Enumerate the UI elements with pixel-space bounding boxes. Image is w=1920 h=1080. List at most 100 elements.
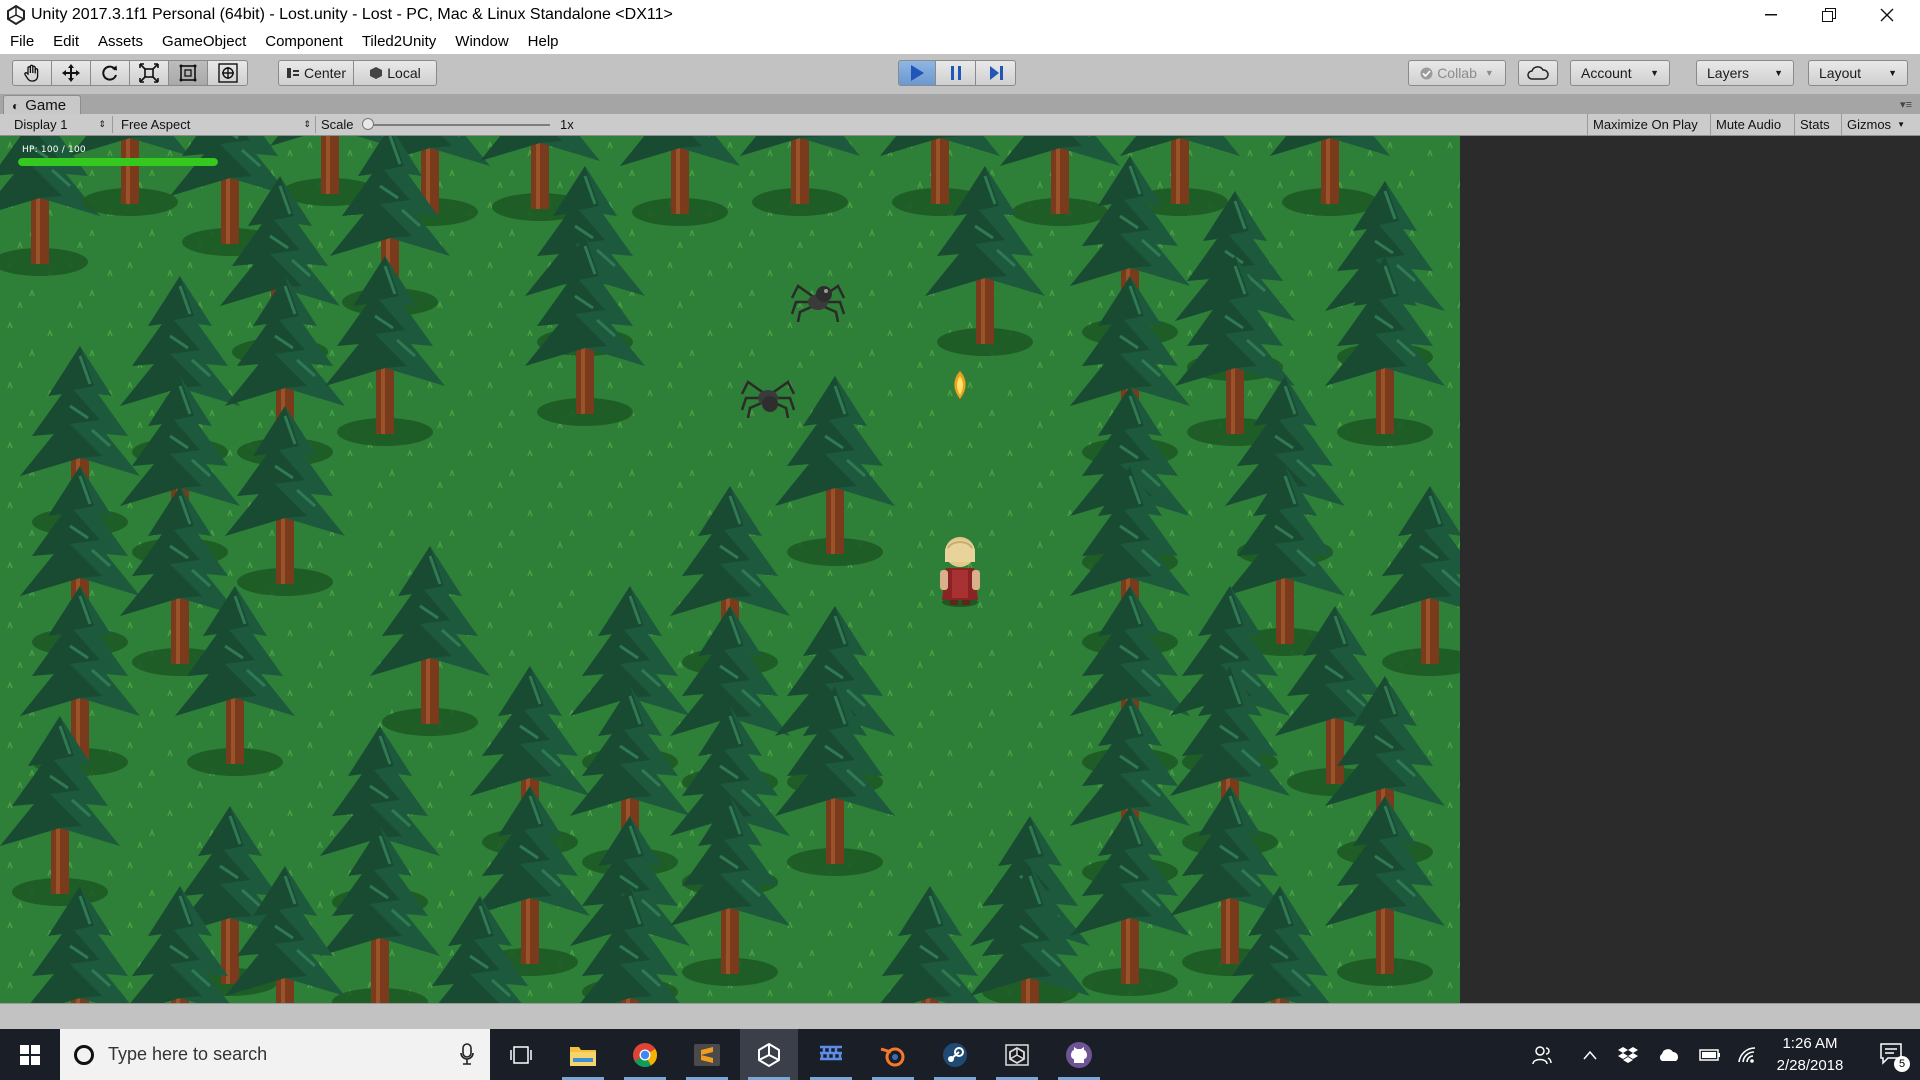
dropbox-tray-button[interactable]: [1614, 1029, 1642, 1080]
title-bar: Unity 2017.3.1f1 Personal (64bit) - Lost…: [0, 0, 1920, 29]
panel-menu-icon[interactable]: ▾≡: [1900, 98, 1912, 111]
blender-button[interactable]: [864, 1029, 922, 1080]
unity-logo-icon: [7, 4, 25, 25]
scale-value: 1x: [560, 117, 574, 132]
space-label: Local: [387, 65, 421, 81]
tiled-button[interactable]: [802, 1029, 860, 1080]
dropbox-icon: [1618, 1046, 1638, 1063]
people-button[interactable]: [1528, 1029, 1556, 1080]
battery-tray-button[interactable]: [1696, 1029, 1724, 1080]
task-view-button[interactable]: [492, 1029, 550, 1080]
github-button[interactable]: [1050, 1029, 1108, 1080]
local-space-icon: [370, 67, 383, 79]
menu-gameobject[interactable]: GameObject: [152, 33, 255, 50]
steam-icon: [943, 1042, 967, 1067]
unity-button[interactable]: [740, 1029, 798, 1080]
hand-icon: [24, 64, 39, 82]
start-button[interactable]: [0, 1029, 60, 1080]
battery-icon: [1699, 1048, 1720, 1061]
layout-dropdown[interactable]: Layout ▼: [1808, 60, 1908, 86]
restore-button[interactable]: [1800, 0, 1858, 29]
file-explorer-button[interactable]: [554, 1029, 612, 1080]
spider-enemy: [740, 380, 796, 418]
menu-file[interactable]: File: [0, 33, 43, 50]
chrome-button[interactable]: [616, 1029, 674, 1080]
chevron-down-icon: ▼: [1484, 68, 1494, 78]
hp-bar: [18, 158, 218, 166]
pivot-label: Center: [303, 65, 347, 81]
rect-tool-button[interactable]: [168, 60, 208, 86]
wifi-tray-button[interactable]: [1734, 1029, 1760, 1080]
layout-label: Layout: [1819, 65, 1862, 81]
layers-label: Layers: [1707, 65, 1750, 81]
mute-audio-toggle[interactable]: Mute Audio: [1710, 114, 1786, 135]
scale-slider-track[interactable]: [366, 124, 550, 126]
maximize-on-play-toggle[interactable]: Maximize On Play: [1587, 114, 1703, 135]
menu-tiled2unity[interactable]: Tiled2Unity: [352, 33, 445, 50]
move-tool-button[interactable]: [51, 60, 91, 86]
play-icon: [911, 65, 924, 81]
display-dropdown[interactable]: Display 1 ⇕: [14, 114, 106, 135]
close-button[interactable]: [1858, 0, 1916, 29]
hand-tool-button[interactable]: [12, 60, 52, 86]
sublime-text-button[interactable]: [678, 1029, 736, 1080]
updown-arrows-icon: ⇕: [98, 119, 106, 129]
transform-tool-icon: [217, 63, 238, 83]
cloud-button[interactable]: [1518, 60, 1558, 86]
cortana-icon: [74, 1044, 94, 1065]
hp-label: HP: 100 / 100: [22, 145, 86, 155]
rect-tool-icon: [179, 64, 197, 82]
gizmos-dropdown[interactable]: Gizmos ▼: [1841, 114, 1910, 135]
pivot-center-button[interactable]: Center: [278, 60, 354, 86]
windows-taskbar: Type here to search 1:26 AM 2/28/2018 5: [0, 1029, 1920, 1080]
game-view-letterbox: [1460, 136, 1920, 1003]
menu-bar: File Edit Assets GameObject Component Ti…: [0, 29, 1920, 54]
pivot-icon: [286, 68, 299, 78]
game-view-icon: ◐: [12, 98, 20, 113]
window-title: Unity 2017.3.1f1 Personal (64bit) - Lost…: [31, 5, 673, 23]
onedrive-tray-button[interactable]: [1654, 1029, 1684, 1080]
file-explorer-icon: [570, 1046, 596, 1066]
microphone-icon[interactable]: [460, 1043, 474, 1065]
step-button[interactable]: [975, 60, 1016, 86]
pivot-space-button[interactable]: Local: [353, 60, 437, 86]
menu-component[interactable]: Component: [255, 33, 352, 50]
menu-help[interactable]: Help: [518, 33, 568, 50]
minimize-icon: [1765, 13, 1777, 15]
taskbar-clock[interactable]: 1:26 AM 2/28/2018: [1760, 1033, 1860, 1077]
transform-tool-button[interactable]: [207, 60, 248, 86]
chevron-down-icon: ▼: [1897, 120, 1905, 129]
clock-time: 1:26 AM: [1782, 1035, 1838, 1052]
close-icon: [1880, 8, 1894, 21]
aspect-dropdown[interactable]: Free Aspect ⇕: [121, 114, 311, 135]
stats-toggle[interactable]: Stats: [1794, 114, 1835, 135]
menu-window[interactable]: Window: [445, 33, 517, 50]
task-view-icon: [510, 1045, 532, 1064]
action-center-button[interactable]: 5: [1866, 1029, 1916, 1080]
steam-button[interactable]: [926, 1029, 984, 1080]
menu-assets[interactable]: Assets: [88, 33, 152, 50]
updown-arrows-icon: ⇕: [303, 119, 311, 129]
collab-dropdown[interactable]: Collab ▼: [1408, 60, 1506, 86]
checkmark-icon: [1420, 67, 1433, 79]
taskbar-search-box[interactable]: Type here to search: [60, 1029, 490, 1080]
pause-button[interactable]: [935, 60, 976, 86]
account-dropdown[interactable]: Account ▼: [1570, 60, 1670, 86]
tab-game[interactable]: ◐ Game: [3, 95, 82, 115]
scale-slider-thumb[interactable]: [362, 118, 374, 130]
scale-tool-button[interactable]: [129, 60, 169, 86]
cloud-icon: [1527, 66, 1549, 80]
blender-icon: [880, 1047, 905, 1066]
collab-label: Collab: [1437, 65, 1477, 81]
separator: [112, 116, 113, 133]
unity-hub-button[interactable]: [988, 1029, 1046, 1080]
show-hidden-icons-button[interactable]: [1578, 1029, 1602, 1080]
aspect-label: Free Aspect: [121, 117, 191, 132]
people-icon: [1532, 1045, 1552, 1064]
rotate-tool-button[interactable]: [90, 60, 130, 86]
layers-dropdown[interactable]: Layers ▼: [1696, 60, 1794, 86]
game-viewport[interactable]: [0, 136, 1460, 1003]
play-button[interactable]: [898, 60, 936, 86]
menu-edit[interactable]: Edit: [43, 33, 88, 50]
minimize-button[interactable]: [1742, 0, 1800, 29]
